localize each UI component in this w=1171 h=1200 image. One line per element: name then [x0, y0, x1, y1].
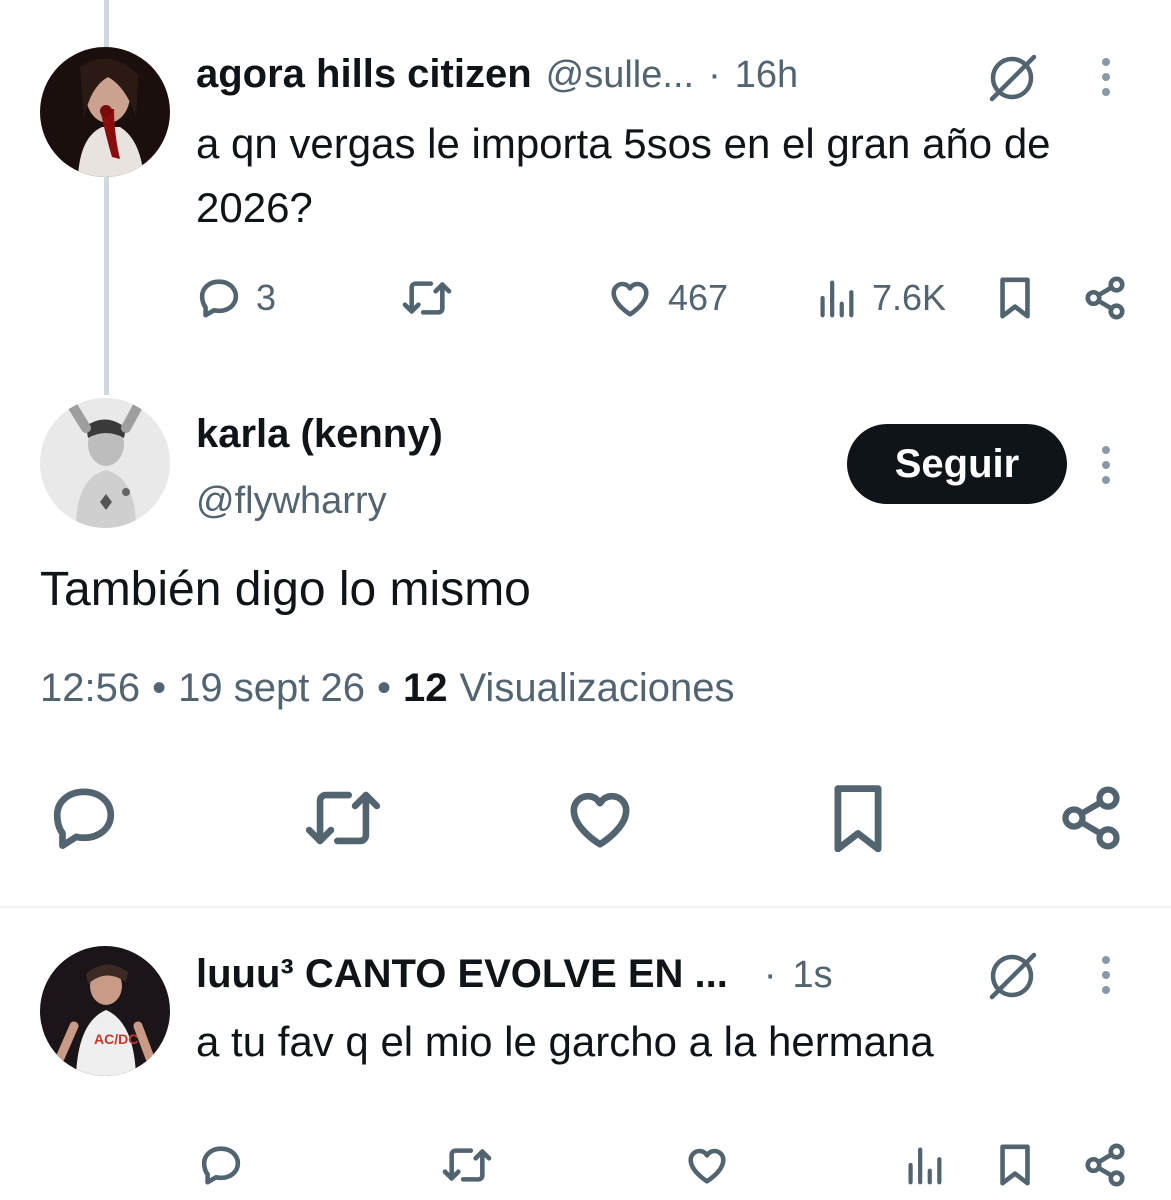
- tweet-text: a qn vergas le importa 5sos en el gran a…: [196, 120, 1051, 231]
- like-icon: [611, 281, 649, 317]
- avatar[interactable]: AC/DC: [40, 946, 170, 1076]
- more-icon[interactable]: [1099, 58, 1113, 96]
- reply-icon: [199, 279, 239, 318]
- display-name[interactable]: agora hills citizen: [196, 52, 532, 97]
- svg-text:AC/DC: AC/DC: [94, 1031, 138, 1047]
- like-button[interactable]: 467: [606, 275, 728, 321]
- avatar[interactable]: [40, 398, 170, 528]
- reply-icon[interactable]: [48, 786, 120, 855]
- reply-count: 3: [256, 277, 277, 318]
- views-icon: [820, 280, 854, 318]
- separator: ·: [708, 54, 721, 96]
- reply-icon[interactable]: [196, 1142, 246, 1193]
- repost-icon: [402, 281, 452, 315]
- handle[interactable]: @sulle...: [546, 54, 694, 97]
- bookmark-icon[interactable]: [994, 1142, 1036, 1193]
- like-icon[interactable]: [682, 1142, 732, 1193]
- grok-icon[interactable]: [984, 49, 1042, 112]
- display-name[interactable]: luuu³ CANTO EVOLVE EN ...: [196, 952, 728, 997]
- grok-icon[interactable]: [984, 947, 1042, 1010]
- bookmark-icon[interactable]: [994, 275, 1036, 326]
- like-count: 467: [668, 277, 729, 318]
- follow-button[interactable]: Seguir: [847, 424, 1067, 504]
- timestamp[interactable]: 1s: [793, 954, 833, 997]
- more-icon[interactable]: [1099, 956, 1113, 994]
- bookmark-icon[interactable]: [826, 784, 890, 857]
- tweet-text: También digo lo mismo: [40, 563, 531, 616]
- repost-button[interactable]: [398, 275, 456, 321]
- display-name[interactable]: karla (kenny): [196, 412, 443, 457]
- views-count[interactable]: 12: [403, 666, 448, 711]
- tweet-text: a tu fav q el mio le garcho a la hermana: [196, 1018, 934, 1065]
- more-icon[interactable]: [1099, 446, 1113, 484]
- share-icon[interactable]: [1082, 275, 1128, 326]
- timestamp[interactable]: 16h: [735, 54, 798, 97]
- avatar[interactable]: [40, 47, 170, 177]
- divider: [0, 906, 1171, 908]
- views-button[interactable]: 7.6K: [816, 275, 946, 321]
- handle[interactable]: @flywharry: [196, 480, 387, 523]
- repost-icon[interactable]: [438, 1142, 496, 1193]
- separator: •: [152, 666, 167, 710]
- like-icon[interactable]: [562, 786, 638, 855]
- views-label[interactable]: Visualizaciones: [459, 666, 734, 711]
- separator: •: [376, 666, 391, 710]
- tweet-time[interactable]: 12:56: [40, 666, 140, 711]
- share-icon[interactable]: [1056, 784, 1126, 857]
- views-icon[interactable]: [904, 1142, 944, 1193]
- separator: ·: [763, 954, 777, 996]
- tweet-date[interactable]: 19 sept 26: [178, 666, 365, 711]
- views-count: 7.6K: [872, 277, 947, 318]
- share-icon[interactable]: [1082, 1142, 1128, 1193]
- repost-icon[interactable]: [300, 786, 386, 855]
- reply-button[interactable]: 3: [196, 275, 276, 321]
